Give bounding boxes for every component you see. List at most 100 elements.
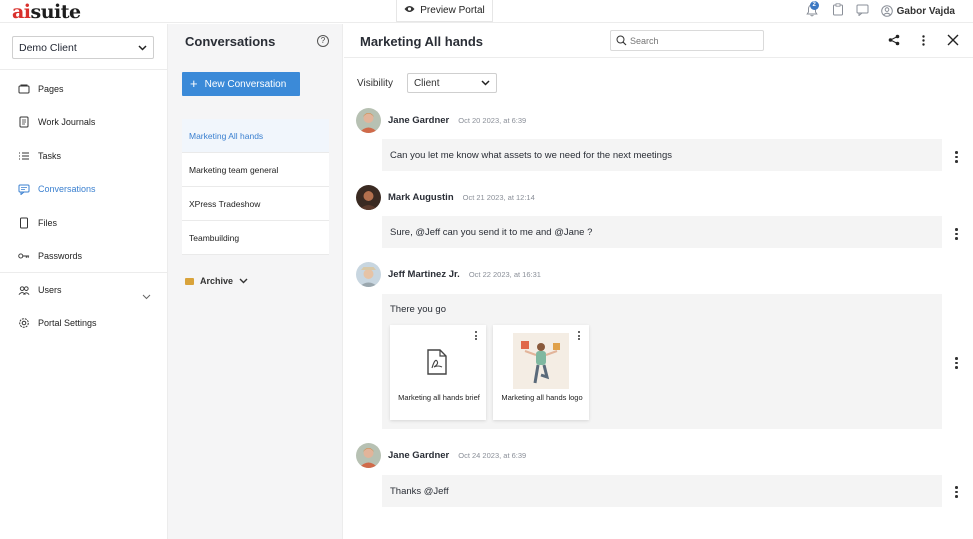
users-icon bbox=[18, 284, 30, 296]
messages-icon[interactable] bbox=[856, 4, 869, 19]
file-icon bbox=[18, 217, 30, 229]
conversation-item[interactable]: Marketing All hands bbox=[182, 119, 329, 153]
user-menu[interactable]: Gabor Vajda bbox=[880, 5, 955, 17]
message-bubble: Can you let me know what assets to we ne… bbox=[382, 139, 942, 171]
message-text: Thanks @Jeff bbox=[390, 485, 449, 497]
conversation-label: Marketing team general bbox=[189, 164, 279, 175]
message-header: Jane Gardner Oct 20 2023, at 6:39 bbox=[356, 108, 526, 133]
close-icon[interactable] bbox=[947, 33, 959, 51]
client-select[interactable]: Demo Client bbox=[12, 36, 154, 59]
top-bar: aisuite Preview Portal 2 Gabor Vajda bbox=[0, 0, 973, 23]
chevron-down-icon bbox=[138, 44, 147, 51]
sidebar-item-label: Files bbox=[38, 218, 58, 228]
message-header: Mark Augustin Oct 21 2023, at 12:14 bbox=[356, 185, 535, 210]
sidebar-item-tasks[interactable]: Tasks bbox=[18, 149, 61, 163]
divider bbox=[0, 272, 168, 273]
conversation-label: XPress Tradeshow bbox=[189, 198, 261, 209]
sidebar-item-portal-settings[interactable]: Portal Settings bbox=[18, 316, 97, 330]
tasks-icon bbox=[18, 150, 30, 162]
pdf-icon bbox=[426, 349, 448, 380]
sidebar-item-label: Work Journals bbox=[38, 117, 96, 127]
sidebar-item-label: Portal Settings bbox=[38, 318, 97, 328]
attachment-name: Marketing all hands brief bbox=[398, 393, 480, 402]
message-text: Sure, @Jeff can you send it to me and @J… bbox=[390, 226, 593, 238]
visibility-value: Client bbox=[413, 77, 440, 89]
user-avatar-icon bbox=[880, 5, 893, 17]
sidebar-item-conversations[interactable]: Conversations bbox=[18, 182, 96, 196]
gear-icon bbox=[18, 317, 30, 329]
conversation-item[interactable]: Marketing team general bbox=[182, 153, 329, 187]
message-timestamp: Oct 20 2023, at 6:39 bbox=[458, 116, 527, 125]
search-input[interactable] bbox=[630, 35, 750, 46]
message-text: There you go bbox=[390, 304, 446, 315]
avatar[interactable] bbox=[356, 185, 381, 210]
conversation-item[interactable]: Teambuilding bbox=[182, 221, 329, 255]
archive-toggle[interactable]: Archive bbox=[185, 276, 248, 286]
conversations-panel: Conversations ? + New Conversation Marke… bbox=[168, 24, 343, 539]
avatar[interactable] bbox=[356, 443, 381, 468]
conversation-header: Marketing All hands bbox=[344, 24, 973, 58]
preview-portal-button[interactable]: Preview Portal bbox=[396, 0, 493, 22]
attachment-options-icon[interactable] bbox=[475, 331, 477, 340]
chevron-down-icon bbox=[481, 80, 490, 86]
new-conversation-button[interactable]: + New Conversation bbox=[182, 72, 300, 96]
page-title: Marketing All hands bbox=[360, 34, 484, 49]
chat-icon bbox=[18, 183, 30, 195]
message-author: Jeff Martinez Jr. bbox=[388, 269, 460, 280]
conversation-label: Teambuilding bbox=[189, 232, 240, 243]
sidebar-item-passwords[interactable]: Passwords bbox=[18, 249, 82, 263]
attachment-name: Marketing all hands logo bbox=[501, 393, 583, 402]
visibility-row: Visibility Client bbox=[357, 73, 497, 93]
notification-badge: 2 bbox=[809, 1, 819, 10]
attachment-card[interactable]: Marketing all hands logo bbox=[493, 325, 589, 420]
new-conversation-label: New Conversation bbox=[204, 78, 287, 90]
conversation-label: Marketing All hands bbox=[189, 130, 264, 141]
sidebar-item-users[interactable]: Users bbox=[18, 283, 62, 297]
sidebar-item-work-journals[interactable]: Work Journals bbox=[18, 115, 95, 129]
conversations-title: Conversations bbox=[185, 34, 276, 49]
preview-portal-label: Preview Portal bbox=[420, 5, 485, 16]
search-icon bbox=[616, 35, 627, 46]
sidebar-item-label: Passwords bbox=[38, 251, 83, 261]
message-timestamp: Oct 24 2023, at 6:39 bbox=[458, 451, 527, 460]
chevron-down-icon bbox=[239, 278, 248, 284]
conversation-item[interactable]: XPress Tradeshow bbox=[182, 187, 329, 221]
clipboard-icon[interactable] bbox=[832, 3, 844, 19]
client-select-value: Demo Client bbox=[19, 41, 77, 54]
message-timestamp: Oct 21 2023, at 12:14 bbox=[462, 193, 535, 202]
app-logo[interactable]: aisuite bbox=[12, 1, 81, 23]
sidebar-item-pages[interactable]: Pages bbox=[18, 82, 64, 96]
divider bbox=[0, 69, 168, 70]
message-options-icon[interactable] bbox=[955, 486, 958, 498]
key-icon bbox=[18, 250, 30, 262]
search-box[interactable] bbox=[610, 30, 764, 51]
conversation-view: Marketing All hands Visibility Client bbox=[344, 24, 973, 539]
plus-icon: + bbox=[190, 76, 198, 91]
message-options-icon[interactable] bbox=[955, 357, 958, 369]
message-bubble: Sure, @Jeff can you send it to me and @J… bbox=[382, 216, 942, 248]
attachment-options-icon[interactable] bbox=[578, 331, 580, 340]
archive-icon bbox=[185, 277, 194, 285]
message-options-icon[interactable] bbox=[955, 151, 958, 163]
pages-icon bbox=[18, 83, 30, 95]
attachment-card[interactable]: Marketing all hands brief bbox=[390, 325, 486, 420]
user-name: Gabor Vajda bbox=[896, 5, 955, 17]
sidebar-item-label: Conversations bbox=[38, 184, 96, 194]
help-icon[interactable]: ? bbox=[317, 35, 329, 47]
message-text: Can you let me know what assets to we ne… bbox=[390, 149, 672, 161]
message-options-icon[interactable] bbox=[955, 228, 958, 240]
chevron-down-icon[interactable] bbox=[142, 287, 151, 305]
visibility-select[interactable]: Client bbox=[406, 73, 497, 93]
avatar[interactable] bbox=[356, 108, 381, 133]
sidebar-item-files[interactable]: Files bbox=[18, 216, 57, 230]
message-author: Jane Gardner bbox=[388, 450, 450, 461]
message-author: Mark Augustin bbox=[388, 192, 454, 203]
notifications-button[interactable]: 2 bbox=[805, 1, 820, 18]
more-options-icon[interactable] bbox=[922, 33, 925, 51]
share-icon[interactable] bbox=[888, 33, 900, 51]
message-timestamp: Oct 22 2023, at 16:31 bbox=[468, 270, 541, 279]
sidebar-item-label: Users bbox=[38, 285, 62, 295]
avatar[interactable] bbox=[356, 262, 381, 287]
journal-icon bbox=[18, 116, 30, 128]
conversation-list: Marketing All hands Marketing team gener… bbox=[182, 119, 329, 255]
